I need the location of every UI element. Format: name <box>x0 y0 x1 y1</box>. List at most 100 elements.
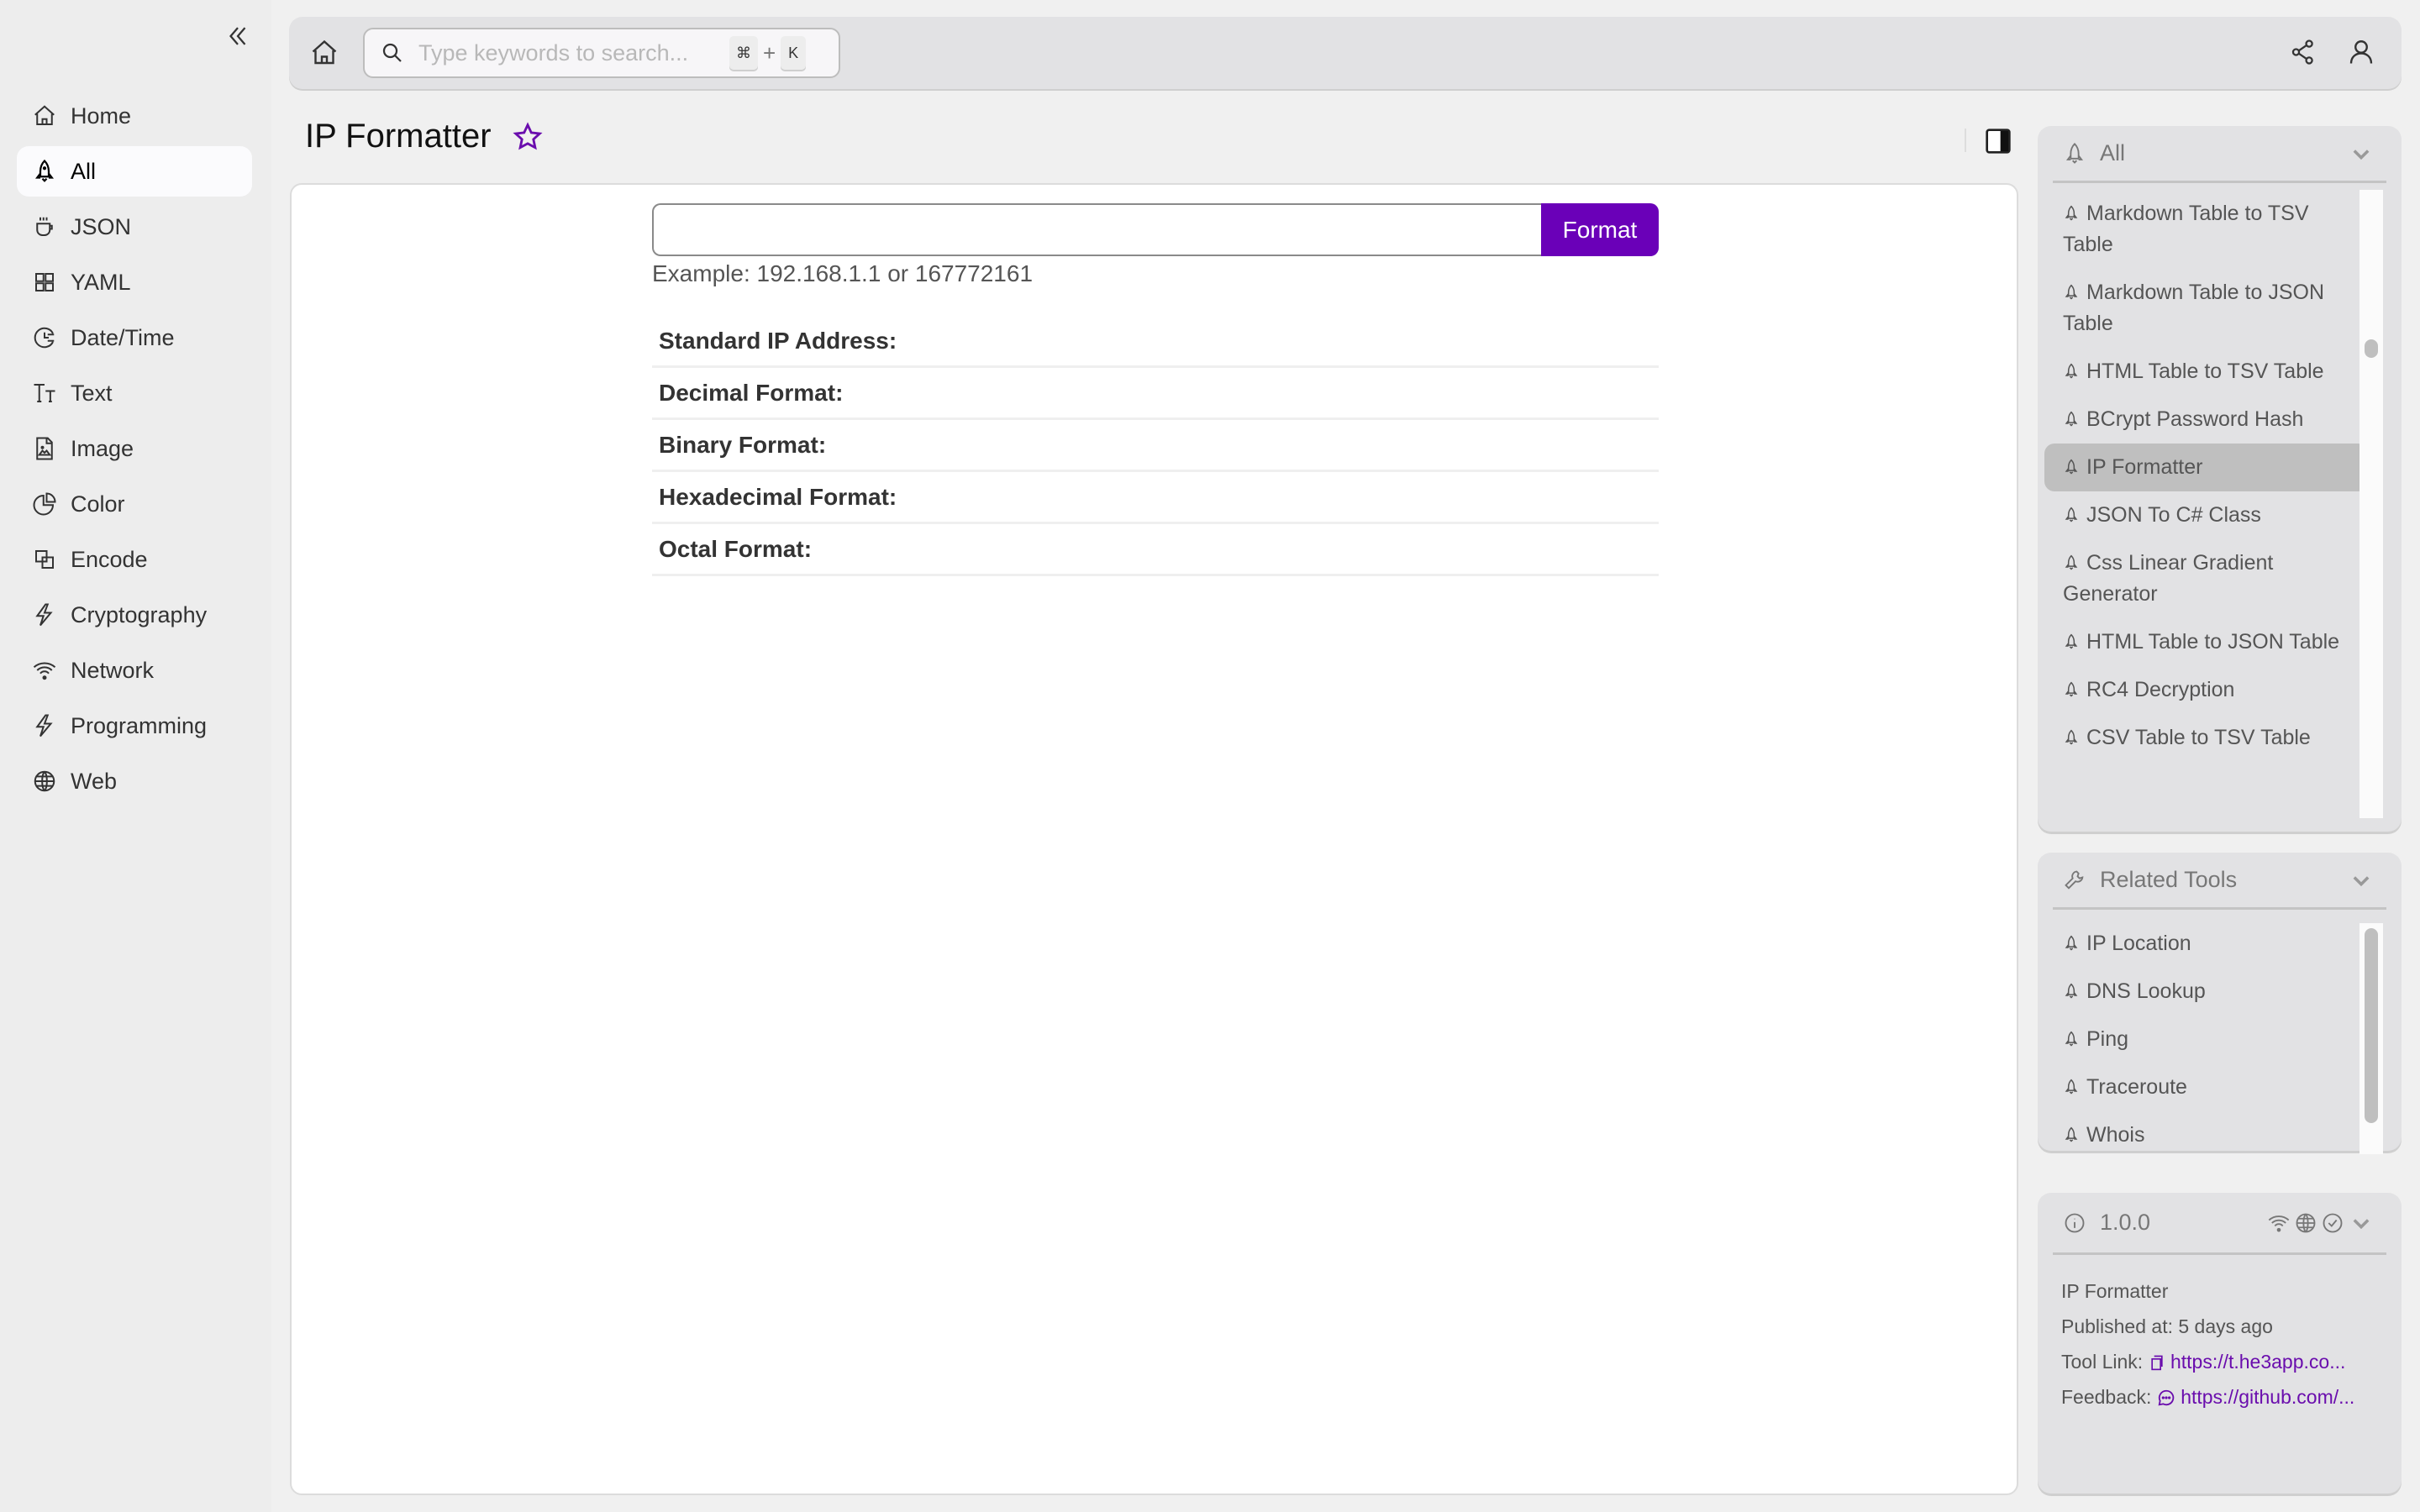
page-title-text: IP Formatter <box>305 118 492 155</box>
sidebar-item-yaml[interactable]: YAML <box>17 257 252 307</box>
scrollbar-thumb[interactable] <box>2365 339 2378 358</box>
list-item[interactable]: Css Linear Gradient Generator <box>2044 539 2368 618</box>
list-item[interactable]: Markdown Table to TSV Table <box>2044 190 2368 269</box>
ip-input[interactable] <box>652 203 1541 256</box>
list-item[interactable]: HTML Table to TSV Table <box>2044 348 2368 396</box>
chat-bubble-icon[interactable] <box>2157 1389 2175 1407</box>
chevron-down-icon[interactable] <box>2349 869 2373 892</box>
list-item-label: Markdown Table to TSV Table <box>2063 202 2309 256</box>
sidebar-item-datetime[interactable]: Date/Time <box>17 312 252 363</box>
bolt-icon <box>35 603 53 627</box>
info-icon <box>2065 1213 2085 1232</box>
list-item[interactable]: DNS Lookup <box>2044 968 2368 1016</box>
list-item-label: Whois <box>2086 1123 2145 1142</box>
sidebar-item-color[interactable]: Color <box>17 479 252 529</box>
globe-icon <box>34 770 55 792</box>
sidebar-item-all[interactable]: All <box>17 146 252 197</box>
tool-link-row: Tool Link: https://t.he3app.co... <box>2061 1344 2402 1379</box>
list-item[interactable]: CSV Table to TSV Table <box>2044 714 2368 762</box>
sidebar-item-label: Cryptography <box>71 601 208 627</box>
all-list-scrollbar[interactable] <box>2360 190 2383 818</box>
double-chevron-left-icon[interactable] <box>224 22 252 50</box>
related-panel-header[interactable]: Related Tools <box>2053 853 2386 910</box>
sidebar-item-network[interactable]: Network <box>17 645 252 696</box>
list-item-label: Css Linear Gradient Generator <box>2063 551 2274 606</box>
list-item-label: CSV Table to TSV Table <box>2086 726 2311 749</box>
image-file-icon <box>36 437 53 460</box>
globe-icon <box>2296 1213 2316 1232</box>
sidebar-item-home[interactable]: Home <box>17 91 252 141</box>
sidebar-item-label: JSON <box>71 213 132 239</box>
all-panel-header[interactable]: All <box>2053 126 2386 183</box>
rocket-icon <box>2065 284 2078 300</box>
search-icon <box>382 43 402 62</box>
feedback-row: Feedback: https://github.com/... <box>2061 1379 2402 1415</box>
shortcut-k-key: K <box>781 36 807 70</box>
chevron-down-icon[interactable] <box>2349 142 2373 165</box>
sidebar-item-label: Date/Time <box>71 324 175 350</box>
sidebar-item-label: Image <box>71 435 134 461</box>
user-icon[interactable] <box>2346 37 2376 67</box>
all-tools-list: Markdown Table to TSV Table Markdown Tab… <box>2038 190 2402 818</box>
home-icon[interactable] <box>309 38 339 68</box>
search-box[interactable]: ⌘ + K <box>363 28 840 78</box>
list-item-label: DNS Lookup <box>2086 979 2206 1003</box>
list-item[interactable]: RC4 Decryption <box>2044 666 2368 714</box>
wifi-icon <box>33 662 56 680</box>
feedback-label: Feedback: <box>2061 1386 2152 1408</box>
related-tools-list: IP Location DNS Lookup Ping Traceroute W… <box>2038 920 2402 1142</box>
list-item-label: Traceroute <box>2086 1075 2187 1099</box>
sidebar-item-label: YAML <box>71 269 131 295</box>
result-row-standard: Standard IP Address: <box>652 316 1659 368</box>
sidebar-item-web[interactable]: Web <box>17 756 252 806</box>
sidebar-item-encode[interactable]: Encode <box>17 534 252 585</box>
scrollbar-thumb[interactable] <box>2365 928 2378 1123</box>
rocket-icon <box>2065 1031 2078 1047</box>
clock-icon <box>34 327 55 349</box>
sidebar-item-text[interactable]: Text <box>17 368 252 418</box>
list-item-label: JSON To C# Class <box>2086 503 2261 527</box>
sidebar-item-image[interactable]: Image <box>17 423 252 474</box>
rocket-icon <box>2065 459 2078 475</box>
sidebar-item-programming[interactable]: Programming <box>17 701 252 751</box>
list-item-selected[interactable]: IP Formatter <box>2044 444 2368 491</box>
result-label: Binary Format: <box>659 431 827 458</box>
list-item-label: Markdown Table to JSON Table <box>2063 281 2324 335</box>
home-icon <box>34 105 55 125</box>
star-icon[interactable] <box>512 121 544 153</box>
info-panel-header[interactable]: 1.0.0 <box>2053 1193 2386 1255</box>
list-item[interactable]: Markdown Table to JSON Table <box>2044 269 2368 348</box>
text-size-icon <box>34 384 55 402</box>
version-label: 1.0.0 <box>2100 1210 2151 1235</box>
format-button[interactable]: Format <box>1541 203 1659 256</box>
feedback-link[interactable]: https://github.com/... <box>2181 1386 2354 1408</box>
list-item[interactable]: HTML Table to JSON Table <box>2044 618 2368 666</box>
sidebar-item-label: Network <box>71 657 155 683</box>
shortcut-plus: + <box>763 39 776 66</box>
sidebar-item-cryptography[interactable]: Cryptography <box>17 590 252 640</box>
info-body: IP Formatter Published at: 5 days ago To… <box>2038 1255 2402 1415</box>
sidebar-item-json[interactable]: JSON <box>17 202 252 252</box>
chevron-down-icon[interactable] <box>2349 1211 2373 1235</box>
share-icon[interactable] <box>2289 38 2317 66</box>
rocket-icon <box>2065 935 2078 951</box>
list-item-label: RC4 Decryption <box>2086 678 2235 701</box>
toggle-right-panel-icon[interactable] <box>1985 128 2012 155</box>
list-item-label: Ping <box>2086 1027 2129 1051</box>
list-item[interactable]: BCrypt Password Hash <box>2044 396 2368 444</box>
rocket-icon <box>2065 1126 2078 1142</box>
search-input[interactable] <box>418 39 729 66</box>
sidebar-item-label: Web <box>71 768 118 794</box>
list-item[interactable]: JSON To C# Class <box>2044 491 2368 539</box>
tool-link[interactable]: https://t.he3app.co... <box>2170 1351 2345 1373</box>
copy-icon[interactable] <box>2149 1354 2165 1371</box>
list-item[interactable]: IP Location <box>2044 920 2368 968</box>
rocket-icon <box>2065 411 2078 427</box>
page-title: IP Formatter <box>305 118 544 155</box>
example-hint: Example: 192.168.1.1 or 167772161 <box>652 260 1034 286</box>
related-list-scrollbar[interactable] <box>2360 923 2383 1154</box>
rocket-icon <box>2065 363 2078 379</box>
list-item[interactable]: Whois <box>2044 1111 2368 1142</box>
list-item[interactable]: Traceroute <box>2044 1063 2368 1111</box>
list-item[interactable]: Ping <box>2044 1016 2368 1063</box>
